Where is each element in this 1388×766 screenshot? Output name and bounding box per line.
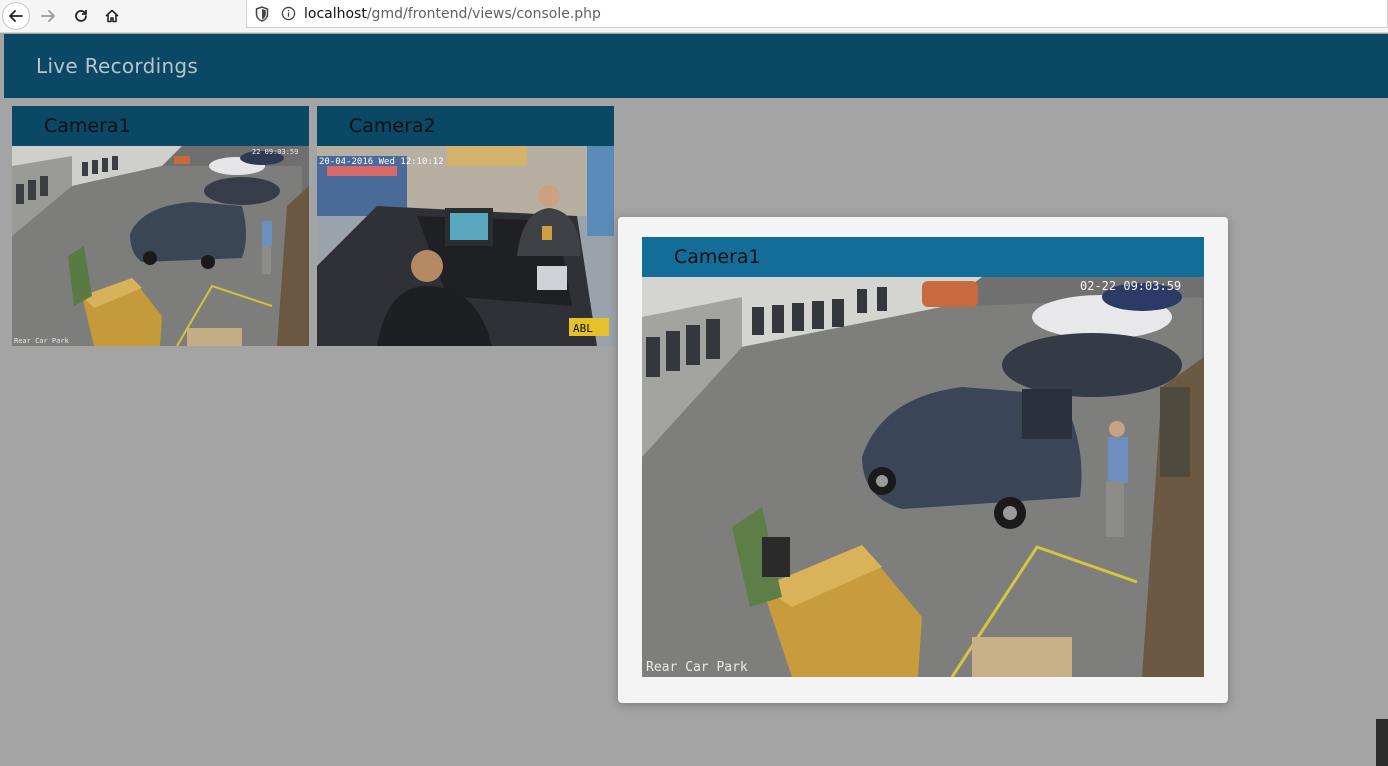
back-button[interactable]	[2, 2, 30, 30]
arrow-left-icon	[9, 10, 23, 22]
home-icon	[105, 9, 119, 23]
forward-button[interactable]	[34, 2, 62, 30]
camera-card-1[interactable]: Camera1 Rear Car Park 22 09:03:59	[12, 106, 309, 346]
camera-feed-shop[interactable]: ABL 20-04-2016 Wed 12:10:12	[317, 146, 614, 346]
info-icon[interactable]	[281, 6, 296, 21]
feed-date: 20-04-2016 Wed 12:10:12	[319, 157, 444, 167]
camera-feed-parking[interactable]: Rear Car Park 22 09:03:59	[12, 146, 309, 346]
feed-badge: ABL	[573, 322, 593, 335]
scrollbar-thumb[interactable]	[1376, 719, 1388, 766]
parking-feed-image: Rear Car Park 22 09:03:59	[12, 146, 309, 346]
reload-icon	[75, 10, 87, 22]
url-text: localhost/gmd/frontend/views/console.php	[304, 6, 601, 22]
shop-feed-image: ABL 20-04-2016 Wed 12:10:12	[317, 146, 614, 346]
camera-modal[interactable]: Camera1 Rear Car Park 02-22 09:03:59	[618, 217, 1228, 703]
modal-feed-timestamp: 02-22 09:03:59	[1080, 279, 1181, 293]
modal-feed-label: Rear Car Park	[646, 660, 748, 675]
modal-header: Camera1	[642, 237, 1204, 277]
camera-card-header: Camera1	[12, 106, 309, 146]
url-host: localhost	[304, 5, 367, 22]
app-header: Live Recordings	[4, 34, 1388, 98]
camera-card-header: Camera2	[317, 106, 614, 146]
modal-camera-feed[interactable]: Rear Car Park 02-22 09:03:59	[642, 277, 1204, 677]
shield-icon[interactable]	[255, 5, 269, 22]
reload-button[interactable]	[67, 2, 95, 30]
feed-timestamp: 22 09:03:59	[252, 148, 298, 156]
camera-name: Camera1	[44, 115, 131, 137]
browser-toolbar: localhost/gmd/frontend/views/console.php	[0, 0, 1388, 33]
address-bar[interactable]: localhost/gmd/frontend/views/console.php	[246, 0, 1388, 28]
arrow-right-icon	[41, 10, 55, 22]
camera-card-2[interactable]: Camera2 ABL 20-04-2016 Wed 12:10:12	[317, 106, 614, 346]
camera-name: Camera2	[349, 115, 436, 137]
url-path: /gmd/frontend/views/console.php	[366, 5, 601, 22]
page-title: Live Recordings	[36, 54, 199, 78]
modal-parking-feed-image: Rear Car Park 02-22 09:03:59	[642, 277, 1204, 677]
home-button[interactable]	[98, 2, 126, 30]
modal-camera-name: Camera1	[674, 246, 761, 268]
feed-label: Rear Car Park	[14, 337, 70, 345]
